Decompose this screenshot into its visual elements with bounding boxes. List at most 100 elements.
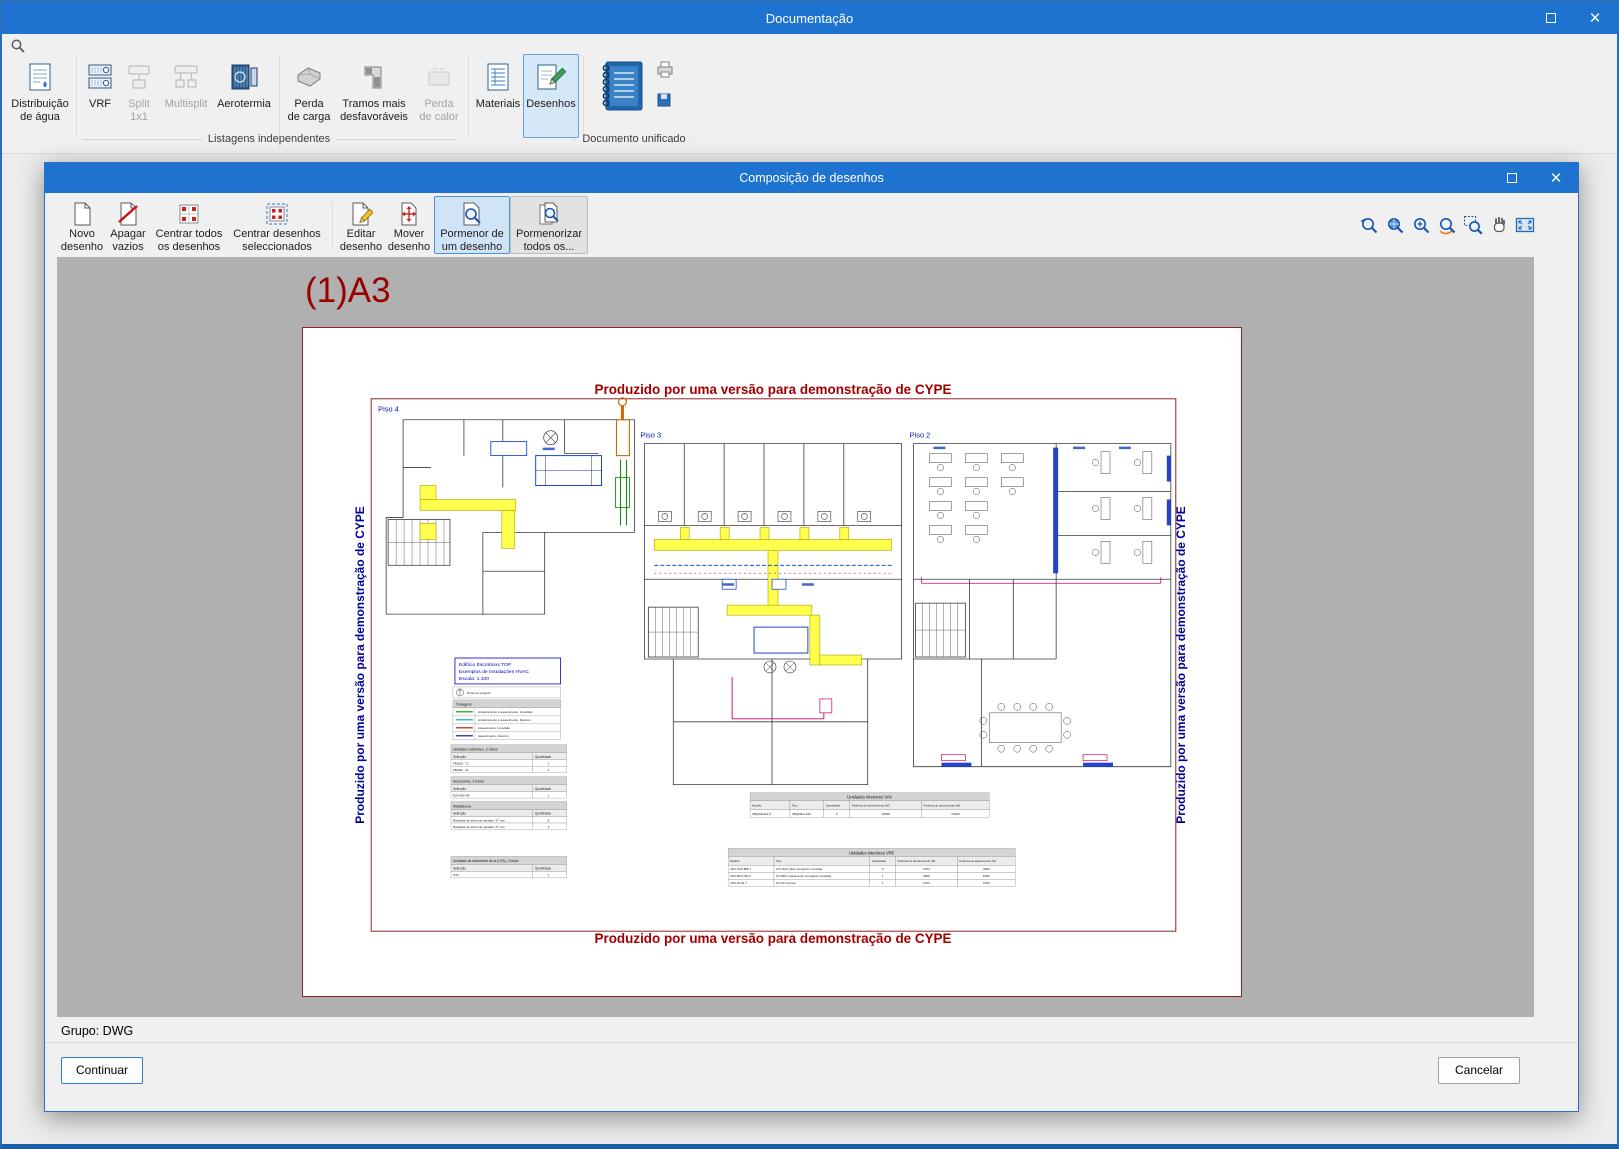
edit-drawing-button[interactable]: Editar desenho xyxy=(338,196,384,254)
zoom-extents-icon[interactable] xyxy=(1383,214,1406,237)
new-drawing-button[interactable]: Novo desenho xyxy=(59,196,105,254)
vrf-table: Unidades interiores VRF Modelo Tipo Quan… xyxy=(727,848,1016,887)
printer-icon[interactable] xyxy=(655,60,675,83)
drawings-pencil-icon xyxy=(536,58,566,96)
table-title: Radiadores xyxy=(453,805,472,809)
fit-screen-icon[interactable] xyxy=(1513,214,1536,237)
mini-table-3: Radiadores Selecção Quantidade Radiador … xyxy=(450,801,567,830)
table-cell: 1 xyxy=(882,874,884,878)
ribbon-button-multisplit[interactable]: Multisplit xyxy=(159,54,213,138)
dialog-titlebar[interactable]: Composição de desenhos × xyxy=(45,163,1578,193)
ribbon-button-materiais[interactable]: Materiais xyxy=(473,54,523,138)
ribbon-button-vrf[interactable]: VRF xyxy=(81,54,119,138)
table-cell: 8 xyxy=(548,818,550,822)
table-header: Potência de arrefecimento (W) xyxy=(898,859,936,863)
separator xyxy=(468,56,469,136)
delete-empty-button[interactable]: Apagar vazios xyxy=(105,196,151,254)
zoom-window-icon[interactable] xyxy=(1461,214,1484,237)
table-cell: EZ4-082-NF xyxy=(453,793,470,797)
group-status-text: Grupo: DWG xyxy=(61,1023,134,1038)
piso4-ducts xyxy=(419,485,517,549)
table-cell: 4000 xyxy=(983,867,990,871)
critical-path-duct-icon xyxy=(362,58,386,96)
ribbon-button-label: Split 1x1 xyxy=(128,98,150,123)
toolbar-button-label: Mover desenho xyxy=(387,228,431,253)
ribbon-button-label: Perda de carga xyxy=(287,98,331,123)
toolbar-button-label: Centrar todos os desenhos xyxy=(155,228,223,253)
center-selected-drawings-icon xyxy=(265,200,289,227)
table-title: Unidades interiores, 2 tubos xyxy=(453,748,498,752)
toolbar-button-label: Pormenorizar todos os... xyxy=(515,228,583,253)
ribbon: Distribuição de água VRF Split 1x1 Multi xyxy=(2,34,1617,154)
table-title: Acessórios, 2 tubos xyxy=(453,780,484,784)
table-header: Modelo xyxy=(730,859,740,863)
drawing-sheet[interactable]: Produzido por uma versão para demonstraç… xyxy=(302,327,1242,997)
drawing-canvas[interactable]: (1)A3 Produzido por uma versão para demo… xyxy=(57,257,1534,1017)
table-cell: 3 xyxy=(548,825,550,829)
ribbon-button-distribuicao-de-agua[interactable]: Distribuição de água xyxy=(8,54,72,138)
zoom-redraw-icon[interactable] xyxy=(1435,214,1458,237)
detail-all-drawings-icon xyxy=(537,200,561,227)
floor-plan-piso2[interactable]: Piso 2 xyxy=(910,431,1172,768)
ribbon-button-label: Distribuição de água xyxy=(11,98,69,123)
detail-all-drawings-button[interactable]: Pormenorizar todos os... xyxy=(510,196,588,254)
table-cell: 1 xyxy=(882,881,884,885)
table-cell: 3700 xyxy=(983,881,990,885)
ribbon-button-perda-de-calor[interactable]: Perda de calor xyxy=(414,54,464,138)
legend-row-label: Aquecimento, Impulsão xyxy=(478,726,510,730)
legend-pipes-title: Tubagens xyxy=(456,702,472,706)
delete-empty-icon xyxy=(116,200,140,227)
dialog-close-button[interactable]: × xyxy=(1534,163,1578,193)
floor-label-piso2: Piso 2 xyxy=(910,431,931,440)
dialog-statusbar: Grupo: DWG xyxy=(45,1017,1578,1044)
ribbon-button-label: Multisplit xyxy=(164,98,208,110)
table-title: Unidades interiores VAV xyxy=(847,795,892,800)
ribbon-button-label: VRF xyxy=(89,98,111,110)
center-selected-drawings-button[interactable]: Centrar desenhos seleccionados xyxy=(227,196,327,254)
demo-text-right: Produzido por uma versão para demonstraç… xyxy=(1174,506,1188,824)
ribbon-group-documento-unificado: Documento unificado xyxy=(574,133,694,145)
detail-one-drawing-button[interactable]: Pormenor de um desenho xyxy=(434,196,510,254)
close-button[interactable]: × xyxy=(1573,2,1617,34)
main-titlebar[interactable]: Documentação × xyxy=(2,2,1617,34)
ribbon-button-perda-de-carga[interactable]: Perda de carga xyxy=(284,54,334,138)
legend-north-label: Norte do projecto xyxy=(467,691,491,695)
zoom-scale-icon[interactable] xyxy=(1409,214,1432,237)
floor-plan-piso4[interactable]: Piso 4 xyxy=(378,397,635,615)
legend-row-label: Aquecimento, Retorno xyxy=(478,734,509,738)
continue-button[interactable]: Continuar xyxy=(61,1057,143,1084)
ribbon-button-aerotermia[interactable]: Aerotermia xyxy=(213,54,275,138)
table-cell: ABQDEA12-5 xyxy=(752,812,771,816)
dialog-maximize-button[interactable] xyxy=(1490,163,1534,193)
ribbon-button-label: Materiais xyxy=(475,98,521,110)
ribbon-button-split-1x1[interactable]: Split 1x1 xyxy=(119,54,159,138)
move-drawing-button[interactable]: Mover desenho xyxy=(384,196,434,254)
demo-text-top: Produzido por uma versão para demonstraç… xyxy=(595,382,952,397)
legend: Norte do projecto Tubagens Arrefecimento… xyxy=(452,686,561,740)
cancel-button[interactable]: Cancelar xyxy=(1438,1057,1520,1084)
maximize-button[interactable] xyxy=(1529,2,1573,34)
ribbon-button-label: Tramos mais desfavoráveis xyxy=(340,98,408,123)
dialog-toolbar: Novo desenho Apagar vazios Centrar todos… xyxy=(45,193,1578,257)
center-all-drawings-button[interactable]: Centrar todos os desenhos xyxy=(151,196,227,254)
group-label-text: Listagens independentes xyxy=(207,133,331,145)
heat-loss-icon xyxy=(425,58,453,96)
ribbon-button-tramos-desfavoraveis[interactable]: Tramos mais desfavoráveis xyxy=(334,54,414,138)
documento-unificado-group[interactable] xyxy=(588,54,681,138)
floor-plan-piso3[interactable]: Piso 3 xyxy=(640,431,903,786)
ribbon-button-desenhos[interactable]: Desenhos xyxy=(523,54,579,138)
table-cell: Radiador de alumínio injetado, 57 mm xyxy=(453,818,505,822)
table-header: Quantidade xyxy=(535,867,552,871)
table-cell: A*2-W (mural) xyxy=(776,881,796,885)
table-header: Selecção xyxy=(453,755,466,759)
export-document-icon[interactable] xyxy=(655,91,675,114)
dialog-composicao-desenhos: Composição de desenhos × Novo desenho Ap… xyxy=(44,162,1579,1112)
group-label-text: Documento unificado xyxy=(582,133,686,145)
separator xyxy=(332,202,333,248)
water-distribution-icon xyxy=(27,58,53,96)
vrf-units-icon xyxy=(85,58,115,96)
pan-hand-icon[interactable] xyxy=(1487,214,1510,237)
split-unit-icon xyxy=(125,58,153,96)
table-header: Quantidade xyxy=(826,803,841,807)
zoom-previous-icon[interactable] xyxy=(1357,214,1380,237)
